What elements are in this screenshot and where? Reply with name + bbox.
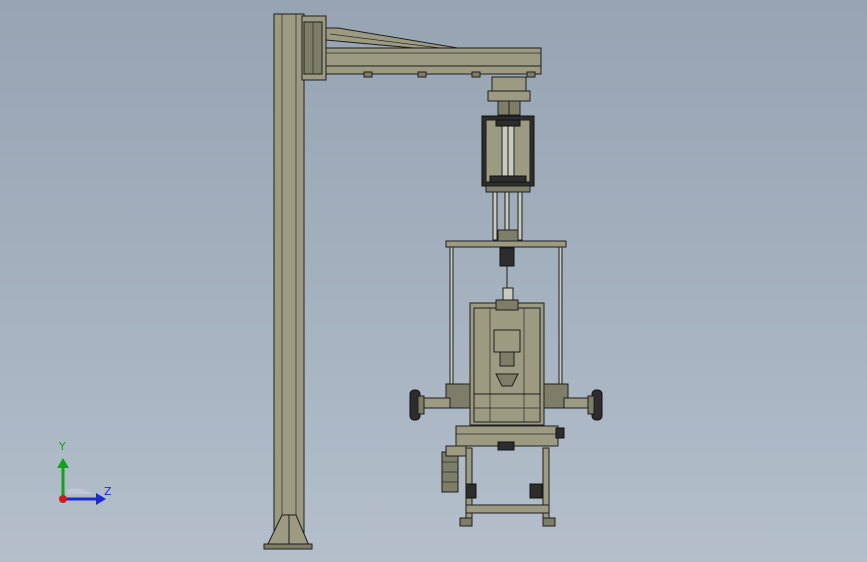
- trolley: [487, 76, 531, 117]
- column: [263, 13, 313, 550]
- coordinate-triad: [40, 430, 130, 520]
- slewing-head: [301, 15, 327, 81]
- cad-viewport[interactable]: .p { fill: #9c9b82; stroke: #1e1e1e; str…: [0, 0, 867, 562]
- z-axis-label: Z: [104, 485, 112, 498]
- jib-arm: [325, 27, 542, 78]
- wheel-right-assembly: [543, 383, 603, 421]
- gripper-body: [469, 287, 545, 426]
- y-axis-arrow: [57, 458, 69, 468]
- plane-indicator: [67, 488, 92, 494]
- y-axis-label: Y: [59, 440, 66, 453]
- x-axis-dot: [59, 495, 67, 503]
- gear-motor: [441, 445, 467, 493]
- base-frame: [455, 425, 565, 527]
- crane-model[interactable]: .p { fill: #9c9b82; stroke: #1e1e1e; str…: [0, 0, 867, 562]
- guide-rods: [492, 191, 523, 243]
- cylinder-frame: [481, 115, 535, 193]
- wheel-left-assembly: [409, 383, 471, 421]
